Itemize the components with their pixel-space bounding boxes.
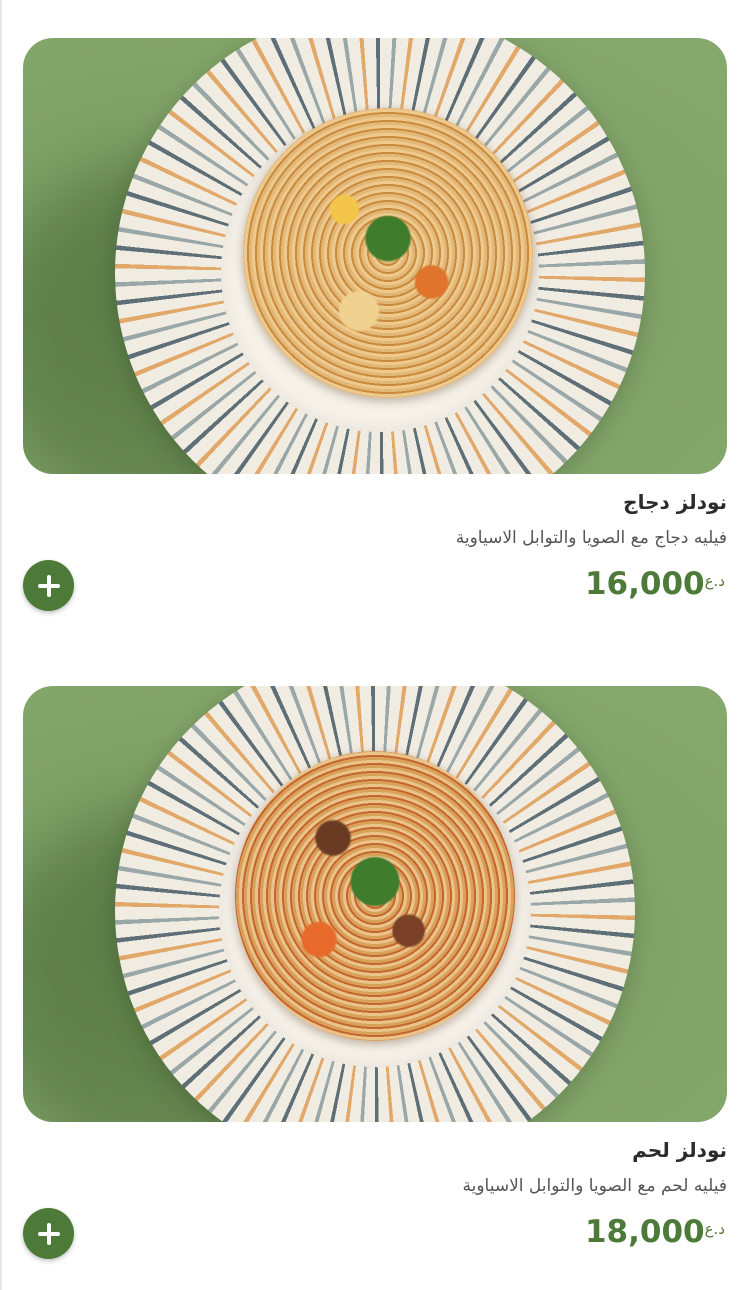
noodles xyxy=(235,751,515,1041)
price-amount: 18,000 xyxy=(584,1214,705,1250)
noodles xyxy=(243,108,533,398)
price-amount: 16,000 xyxy=(584,566,705,602)
dish-description: فيليه لحم مع الصويا والتوابل الاسياوية xyxy=(462,1176,728,1196)
dish-price: د.ع18,000 xyxy=(585,1214,727,1250)
currency-label: د.ع xyxy=(704,572,725,590)
dish-name: نودلز دجاج xyxy=(623,490,727,514)
dish-photo[interactable] xyxy=(23,686,727,1122)
add-to-cart-button[interactable] xyxy=(23,1208,74,1259)
menu-item-chicken-noodles[interactable]: نودلز دجاج فيليه دجاج مع الصويا والتوابل… xyxy=(23,38,727,611)
dish-photo[interactable] xyxy=(23,38,727,474)
dish-description: فيليه دجاج مع الصويا والتوابل الاسياوية xyxy=(455,528,727,548)
left-edge-divider xyxy=(0,0,2,1290)
currency-label: د.ع xyxy=(704,1220,725,1238)
dish-price: د.ع16,000 xyxy=(585,566,727,602)
dish-name: نودلز لحم xyxy=(632,1138,727,1162)
plus-icon xyxy=(37,1222,60,1245)
menu-item-beef-noodles[interactable]: نودلز لحم فيليه لحم مع الصويا والتوابل ا… xyxy=(23,686,727,1259)
plus-icon xyxy=(37,574,60,597)
add-to-cart-button[interactable] xyxy=(23,560,74,611)
